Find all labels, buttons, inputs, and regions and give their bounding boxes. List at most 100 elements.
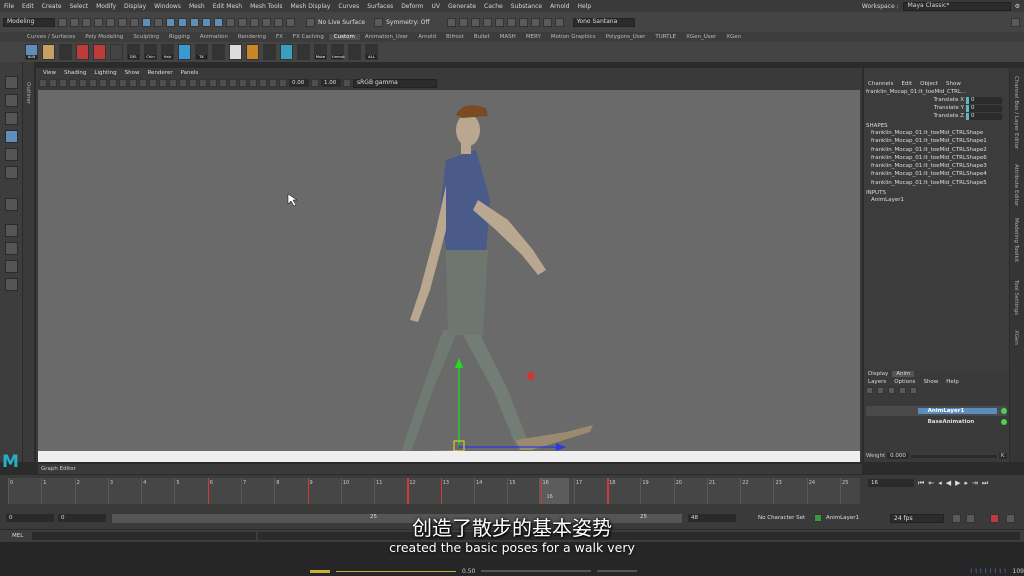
xray-components-icon[interactable] — [279, 79, 287, 87]
snap-view-plane-icon[interactable] — [214, 17, 223, 27]
image-plane-icon[interactable] — [69, 79, 77, 87]
select-hierarchy-icon[interactable] — [118, 17, 127, 27]
move-layer-up-icon[interactable] — [899, 386, 906, 394]
shelf-button-10[interactable] — [178, 44, 191, 60]
step-back-frame-icon[interactable]: ◂ — [938, 479, 942, 488]
shelf-button-2[interactable] — [42, 44, 55, 60]
anti-aliasing-icon[interactable] — [229, 79, 237, 87]
shelf-tab-custom[interactable]: Custom — [328, 34, 360, 40]
shelf-button-11[interactable]: TK — [195, 44, 208, 60]
textured-icon[interactable] — [179, 79, 187, 87]
ambient-occlusion-icon[interactable] — [209, 79, 217, 87]
menu-item-uv[interactable]: UV — [428, 3, 445, 10]
select-by-handle-icon[interactable] — [154, 17, 163, 27]
shelf-button-4[interactable] — [76, 44, 89, 60]
anim-layer-row-2[interactable]: BaseAnimation — [866, 417, 1007, 427]
step-forward-key-icon[interactable]: ⇥ — [972, 479, 978, 488]
shelf-tab-bullet[interactable]: Bullet — [469, 34, 495, 40]
play-backwards-icon[interactable]: ◀ — [946, 479, 951, 488]
shelf-button-20[interactable] — [348, 44, 361, 60]
time-slider-track[interactable]: 16 0 1 2 3 4 5 6 7 8 9 10 11 12 13 14 15 16 17 18 19 20 21 22 23… — [8, 478, 860, 504]
move-tool-icon[interactable] — [4, 130, 18, 143]
construction-history-icon[interactable] — [238, 17, 247, 27]
outliner-strip[interactable]: Outliner — [23, 62, 34, 462]
four-view-icon[interactable] — [4, 242, 18, 255]
shelf-tab-bifrost[interactable]: Bifrost — [441, 34, 469, 40]
menu-item-display[interactable]: Display — [120, 3, 150, 10]
exposure-field[interactable]: 0.00 — [289, 79, 309, 87]
color-space-dropdown[interactable]: sRGB gamma — [353, 78, 437, 88]
weight-slider[interactable] — [910, 454, 997, 458]
render-frame-icon[interactable] — [250, 17, 259, 27]
shelf-tab-fx-caching[interactable]: FX Caching — [288, 34, 329, 40]
play-forwards-icon[interactable]: ▶ — [955, 479, 960, 488]
shelf-button-8[interactable]: Chin — [144, 44, 157, 60]
camera-icon[interactable] — [518, 17, 528, 27]
shape-item[interactable]: franklin_Mocap_01:lt_toeMid_CTRLShape5 — [864, 179, 1009, 187]
shelf-tab-xgen-user[interactable]: XGen_User — [681, 34, 721, 40]
menu-item-edit[interactable]: Edit — [18, 3, 38, 10]
weight-field[interactable]: 0.000 — [887, 453, 909, 459]
save-scene-icon[interactable] — [82, 17, 91, 27]
symmetry-icon[interactable] — [374, 17, 384, 27]
attribute-row[interactable]: Translate X0 — [864, 96, 1009, 104]
shelf-button-17[interactable] — [297, 44, 310, 60]
xray-joints-icon[interactable] — [269, 79, 277, 87]
zero-key-icon[interactable] — [866, 386, 873, 394]
step-forward-frame-icon[interactable]: ▸ — [964, 479, 968, 488]
gate-mask-icon[interactable] — [109, 79, 117, 87]
shelf-button-21[interactable]: ALL — [365, 44, 378, 60]
render-settings-icon[interactable] — [274, 17, 283, 27]
3d-viewport[interactable] — [38, 90, 860, 462]
shelf-button-3[interactable] — [59, 44, 72, 60]
channel-box-menu-channels[interactable]: Channels — [864, 81, 897, 87]
field-chart-icon[interactable] — [119, 79, 127, 87]
tool-icons-strip[interactable]: ⌇ ⌇ ⌇ ⌇ ⌇ ⌇ ⌇ ⌇ — [970, 568, 1007, 575]
new-layer-icon[interactable] — [888, 386, 895, 394]
panel-menu-shading[interactable]: Shading — [60, 70, 90, 76]
shelf-tab-poly-modeling[interactable]: Poly Modeling — [80, 34, 128, 40]
color-management-icon[interactable] — [343, 79, 351, 87]
brush-size-icon[interactable] — [310, 569, 330, 573]
attribute-value[interactable]: 0 — [966, 112, 1002, 120]
redo-icon[interactable] — [106, 17, 115, 27]
tool-settings-side-tab[interactable]: Tool Settings — [1013, 280, 1019, 315]
key-weight-button[interactable]: K — [998, 453, 1007, 459]
modeling-toolkit-side-tab[interactable]: Modeling Toolkit — [1013, 218, 1019, 262]
menu-item-windows[interactable]: Windows — [150, 3, 185, 10]
shelf-tab-fx[interactable]: FX — [271, 34, 288, 40]
layer-menu-layers[interactable]: Layers — [864, 379, 890, 385]
layer-menu-options[interactable]: Options — [890, 379, 919, 385]
xgen-side-tab[interactable]: XGen — [1013, 330, 1019, 345]
control-marker[interactable] — [527, 372, 535, 380]
light-icon[interactable] — [506, 17, 516, 27]
shelf-tab-animation-user[interactable]: Animation_User — [360, 34, 413, 40]
lights-icon[interactable] — [189, 79, 197, 87]
layer-menu-show[interactable]: Show — [919, 379, 942, 385]
wireframe-icon[interactable] — [149, 79, 157, 87]
film-gate-icon[interactable] — [89, 79, 97, 87]
attribute-value[interactable]: 0 — [966, 104, 1002, 112]
gamma-icon[interactable] — [311, 79, 319, 87]
base-animation-name[interactable]: BaseAnimation — [918, 419, 997, 425]
shelf-button-15[interactable] — [263, 44, 276, 60]
resolution-gate-icon[interactable] — [99, 79, 107, 87]
opacity-value[interactable]: 0.50 — [462, 568, 475, 575]
snap-grid-icon[interactable] — [166, 17, 175, 27]
menu-item-mesh-tools[interactable]: Mesh Tools — [246, 3, 286, 10]
attribute-row[interactable]: Translate Z0 — [864, 112, 1009, 120]
shelf-button-7[interactable]: DEL — [127, 44, 140, 60]
workspace-dropdown[interactable]: Maya Classic* — [902, 1, 1011, 11]
render-view-icon[interactable] — [494, 17, 504, 27]
shelf-tab-polygons-user[interactable]: Polygons_User — [601, 34, 651, 40]
shape-item[interactable]: franklin_Mocap_01:lt_toeMid_CTRLShape6 — [864, 154, 1009, 162]
ipr-render-icon[interactable] — [262, 17, 271, 27]
anim-layer-row-1[interactable]: AnimLayer1 — [866, 406, 1007, 416]
layer-tab-display[interactable]: Display — [864, 371, 892, 377]
menu-item-create[interactable]: Create — [38, 3, 66, 10]
soft-select-icon[interactable] — [4, 198, 18, 211]
menu-item-mesh-display[interactable]: Mesh Display — [287, 3, 335, 10]
menu-item-help[interactable]: Help — [574, 3, 596, 10]
channel-box-menu-edit[interactable]: Edit — [897, 81, 916, 87]
layer-tab-anim[interactable]: Anim — [892, 371, 915, 377]
